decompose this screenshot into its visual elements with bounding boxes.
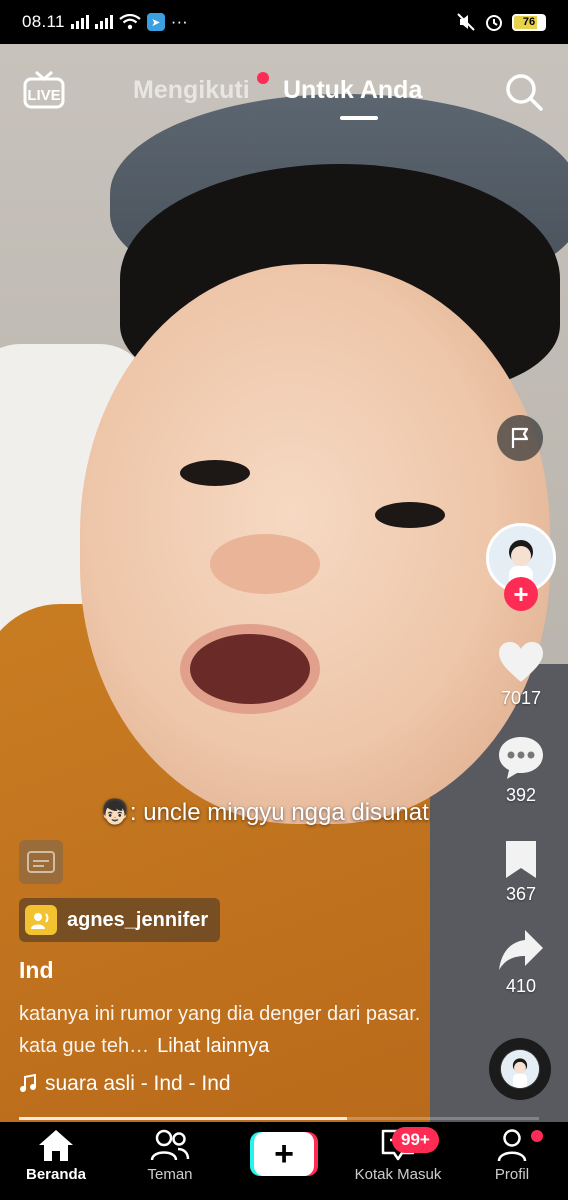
bookmark-count: 367 <box>505 884 537 904</box>
wifi-icon <box>119 14 141 30</box>
bookmark-icon <box>506 841 536 878</box>
status-bar: 08.11 ➤ ··· 76 <box>0 0 568 44</box>
status-time: 08.11 <box>22 12 65 31</box>
plus-icon: + <box>254 1132 314 1176</box>
nav-profile-label: Profil <box>494 1166 530 1183</box>
mentioned-username: agnes_jennifer <box>67 908 209 931</box>
video-description[interactable]: katanya ini rumor yang dia denger dari p… <box>19 998 439 1062</box>
share-count: 410 <box>505 976 537 996</box>
music-title: suara asli - Ind - Ind <box>45 1072 231 1095</box>
signal-icon <box>70 15 89 29</box>
heart-icon <box>499 642 543 682</box>
tab-for-you[interactable]: Untuk Anda <box>283 76 422 105</box>
following-notification-dot <box>257 72 269 84</box>
bottom-nav: Beranda Teman + Kotak Masuk Profil <box>0 1122 568 1200</box>
search-icon[interactable] <box>504 72 544 112</box>
active-tab-indicator <box>340 116 378 120</box>
follow-button[interactable]: + <box>504 577 538 611</box>
video-nose <box>210 534 320 594</box>
live-label: LIVE <box>27 87 60 104</box>
nav-friends-label: Teman <box>147 1166 193 1183</box>
captions-button[interactable] <box>19 840 63 884</box>
video-mouth <box>190 634 310 704</box>
nav-inbox-label: Kotak Masuk <box>354 1166 442 1183</box>
create-button[interactable]: + <box>250 1132 318 1176</box>
video-progress-bar[interactable] <box>19 1117 539 1120</box>
profile-notification-dot <box>531 1130 543 1142</box>
nav-home[interactable]: Beranda <box>1 1128 111 1183</box>
alarm-icon <box>486 15 502 31</box>
sticker-caption: uncle mingyu ngga disunat <box>143 799 429 826</box>
music-note-icon <box>20 1074 36 1092</box>
comment-icon <box>499 737 543 779</box>
top-nav: LIVE Mengikuti Untuk Anda <box>0 60 568 130</box>
more-notifications-icon: ··· <box>170 12 188 31</box>
comment-button[interactable]: 392 <box>481 735 561 806</box>
flag-icon <box>511 427 529 448</box>
share-button[interactable]: 410 <box>481 928 561 997</box>
nav-friends[interactable]: Teman <box>115 1128 225 1183</box>
video-child-face <box>80 264 550 824</box>
voice-person-icon <box>25 905 57 935</box>
report-flag-button[interactable] <box>497 415 543 461</box>
mute-icon <box>457 13 475 31</box>
share-arrow-icon <box>499 930 543 970</box>
sticker-emoji: 👦🏻: <box>100 799 137 826</box>
telegram-icon: ➤ <box>146 13 165 31</box>
inbox-badge: 99+ <box>392 1127 439 1153</box>
video-eye-left <box>180 460 250 486</box>
music-info[interactable]: suara asli - Ind - Ind <box>19 1072 231 1096</box>
video-sticker-text: 👦🏻: uncle mingyu ngga disunat <box>100 798 429 827</box>
nav-home-label: Beranda <box>25 1166 87 1183</box>
bookmark-button[interactable]: 367 <box>481 838 561 905</box>
video-progress-fill <box>19 1117 347 1120</box>
video-eye-right <box>375 502 445 528</box>
author-username[interactable]: Ind <box>19 957 54 984</box>
signal-2-icon <box>94 15 113 29</box>
mentioned-user-tag[interactable]: agnes_jennifer <box>19 898 221 942</box>
live-tv-icon: LIVE <box>23 70 65 109</box>
captions-icon <box>27 851 55 873</box>
friends-icon <box>150 1129 190 1161</box>
tab-following[interactable]: Mengikuti <box>133 76 250 105</box>
nav-profile[interactable]: Profil <box>457 1128 567 1183</box>
battery-icon: 76 <box>512 13 546 31</box>
live-button[interactable]: LIVE <box>22 70 66 110</box>
like-button[interactable]: 7017 <box>481 640 561 709</box>
music-disc-avatar <box>501 1050 539 1088</box>
plus-icon: + <box>513 579 529 609</box>
music-disc-button[interactable] <box>489 1038 551 1100</box>
home-icon <box>39 1130 73 1161</box>
comment-count: 392 <box>505 785 537 805</box>
like-count: 7017 <box>500 688 542 708</box>
see-more-link[interactable]: Lihat lainnya <box>157 1035 269 1057</box>
profile-icon <box>497 1129 527 1162</box>
